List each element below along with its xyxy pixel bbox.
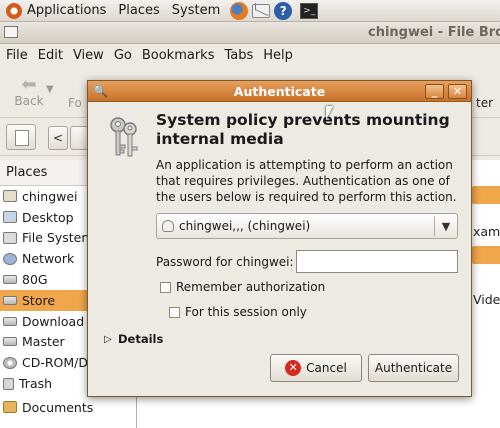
session-only-label[interactable]: For this session only [185,305,307,319]
remember-checkbox[interactable] [160,282,171,293]
window-menu-icon[interactable] [4,26,18,38]
dialog-title: Authenticate [233,84,326,99]
network-icon [3,252,17,265]
sidebar-item-label: chingwei [22,188,78,204]
user-icon [162,220,174,232]
forward-button-label[interactable]: Fo [68,96,82,110]
terminal-icon[interactable]: >_ [300,2,319,19]
sidebar-item-label: Documents [22,399,94,415]
dialog-message: An application is attempting to perform … [156,158,457,204]
authenticate-button-label: Authenticate [374,361,453,375]
sidebar-item-label: File System [22,230,94,246]
menu-file[interactable]: File [0,48,33,63]
edit-location-button[interactable] [6,124,36,150]
sidebar-item-label: 80G [22,272,48,288]
drive-icon [3,316,17,326]
menu-bookmarks[interactable]: Bookmarks [137,48,220,63]
help-icon[interactable]: ? [274,1,293,20]
mail-icon[interactable] [252,3,271,18]
dialog-titlebar[interactable]: 🔍 Authenticate _ ✕ [88,81,471,102]
user-select[interactable]: chingwei,,, (chingwei) ▼ [156,213,458,239]
trash-icon [3,377,14,390]
sidebar-item-label: Store [22,292,56,308]
authenticate-button[interactable]: Authenticate [368,354,459,382]
drive-icon [3,295,17,305]
sidebar-item-documents[interactable]: Documents [0,397,136,418]
back-button[interactable]: ⬅ Back [8,74,50,109]
places-menu-label: Places [118,2,160,18]
menu-tabs[interactable]: Tabs [219,48,258,63]
sidebar-item-label: Master [22,334,65,350]
user-select-value: chingwei,,, (chingwei) [179,219,311,233]
cancel-button[interactable]: ✕ Cancel [270,354,362,382]
drive-icon [3,275,17,285]
top-panel: Applications Places System ? >_ [0,0,500,22]
file-label[interactable]: xamp [473,224,500,239]
places-sidebar-title: Places [6,165,48,180]
back-arrow-icon: ⬅ [21,74,37,95]
session-only-checkbox[interactable] [169,307,180,318]
file-browser-title: chingwei - File Brows [368,25,500,40]
cancel-icon: ✕ [285,360,302,376]
drive-icon [3,337,17,347]
details-expander[interactable]: Details [118,332,163,346]
terminal-button-label[interactable]: ter [476,96,493,110]
desktop-icon [3,211,17,224]
cancel-button-label: Cancel [306,361,347,375]
firefox-icon[interactable] [230,1,249,20]
authenticate-dialog: 🔍 Authenticate _ ✕ System policy prevent… [87,80,472,397]
chevron-down-icon[interactable]: ▼ [435,220,457,233]
applications-menu-label: Applications [27,2,107,18]
keys-icon [110,117,138,157]
close-icon[interactable]: ✕ [448,84,467,99]
password-label: Password for chingwei: [156,255,294,269]
file-label[interactable]: Vide [473,292,500,307]
ubuntu-logo-icon [6,2,22,19]
home-folder-icon [3,190,17,203]
menu-help[interactable]: Help [258,48,298,63]
expander-arrow-icon[interactable]: ▷ [104,334,112,345]
dialog-heading: System policy prevents mounting internal… [156,111,450,148]
menu-edit[interactable]: Edit [33,48,68,63]
file-browser-menubar: File Edit View Go Bookmarks Tabs Help [0,44,500,66]
minimize-icon[interactable]: _ [425,84,444,99]
file-browser-titlebar: chingwei - File Brows [0,22,500,44]
mouse-pointer-icon [326,106,333,120]
cdrom-icon [3,356,17,369]
folder-icon[interactable] [472,186,500,204]
back-button-label: Back [14,94,44,108]
system-menu[interactable]: System [166,0,226,22]
sidebar-item-label: Network [22,251,75,267]
remember-label[interactable]: Remember authorization [176,280,325,294]
menu-go[interactable]: Go [109,48,137,63]
key-icon: 🔍 [93,84,108,98]
applications-menu[interactable]: Applications [0,0,112,22]
filesystem-icon [3,231,17,244]
system-menu-label: System [171,2,221,18]
sidebar-item-label: Desktop [22,209,74,225]
password-field[interactable] [296,250,458,273]
sidebar-item-label: Trash [19,376,53,392]
path-left-button[interactable]: < [48,126,68,150]
places-menu[interactable]: Places [112,0,165,22]
folder-icon [3,401,17,414]
menu-view[interactable]: View [68,48,109,63]
sidebar-item-label: Download [22,313,85,329]
folder-icon[interactable] [472,246,500,264]
back-history-dropdown-icon[interactable]: ▼ [46,84,54,95]
